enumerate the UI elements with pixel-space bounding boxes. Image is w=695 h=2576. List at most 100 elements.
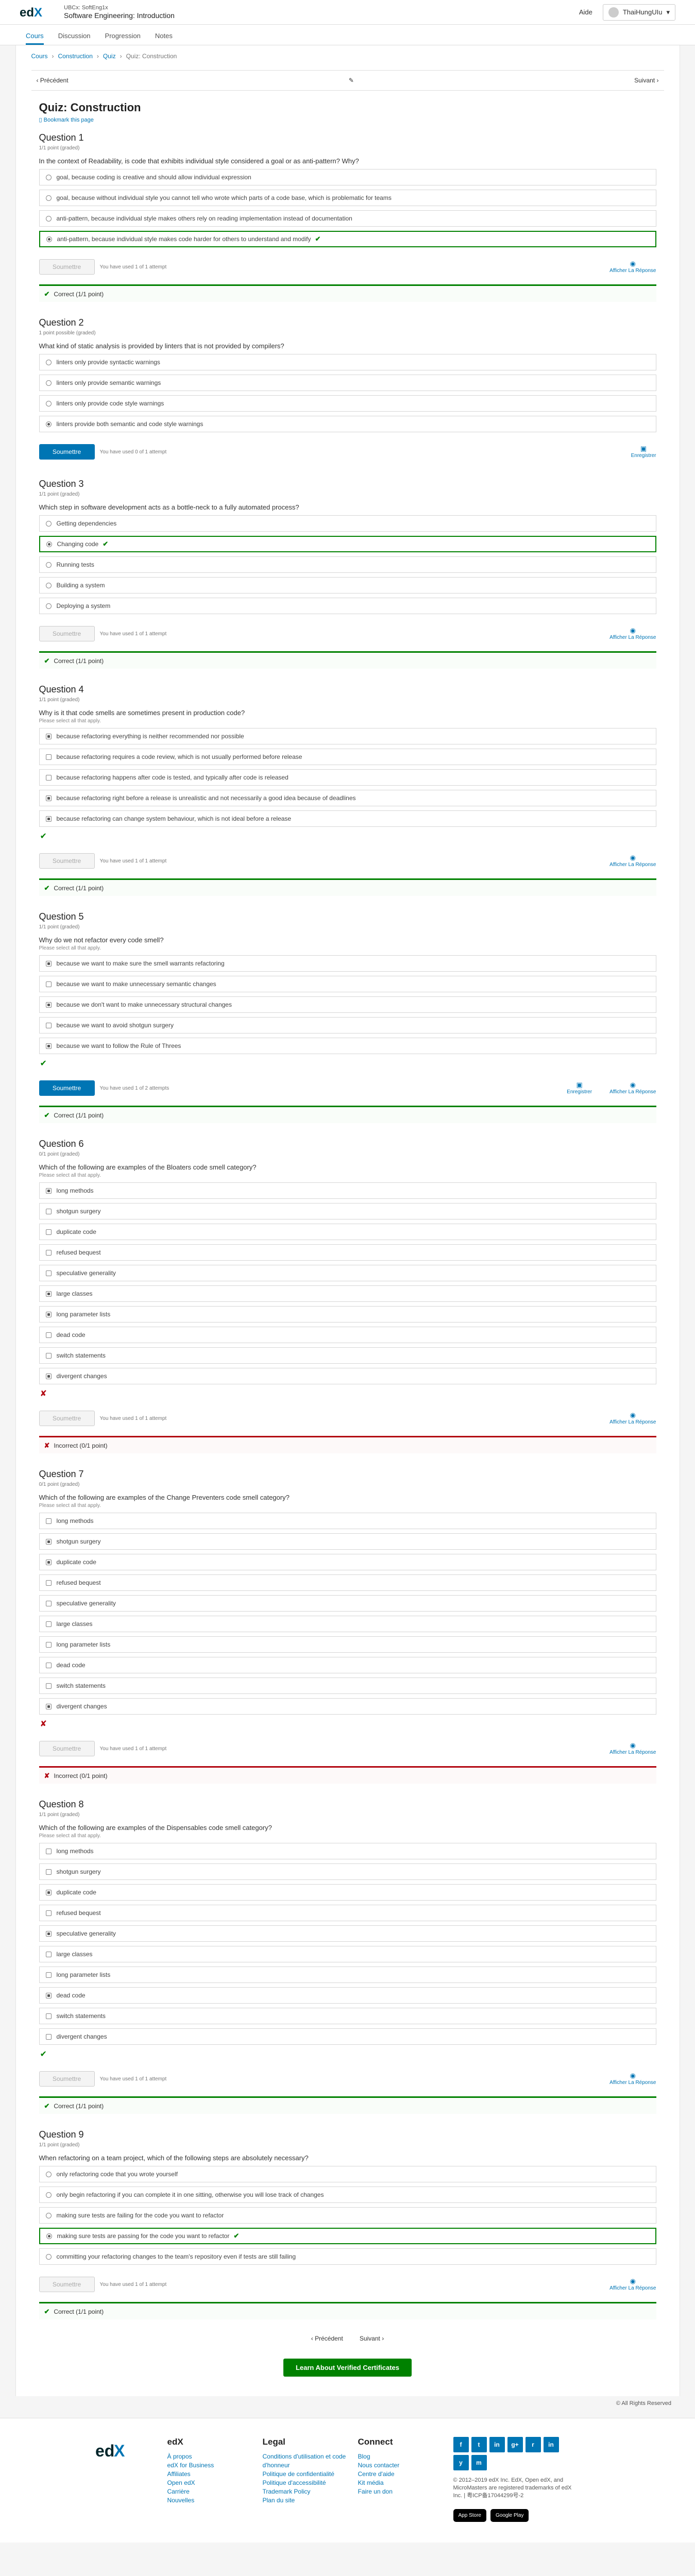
choice-option[interactable]: shotgun surgery [39,1203,656,1219]
bottom-prev-button[interactable]: ‹ Précédent [311,2335,343,2342]
choice-option[interactable]: dead code [39,1327,656,1343]
show-answer-button[interactable]: ◉ Afficher La Réponse [609,2072,656,2087]
checkbox[interactable] [45,1641,52,1648]
choice-option[interactable]: Changing code ✔ [39,536,656,552]
checkbox[interactable] [45,1951,52,1957]
user-menu[interactable]: ThaiHungUIu ▾ [602,4,675,21]
choice-option[interactable]: refused bequest [39,1244,656,1261]
radio-button[interactable] [46,2233,52,2239]
breadcrumb-construction[interactable]: Construction [58,53,93,60]
show-answer-button[interactable]: ◉ Afficher La Réponse [609,626,656,641]
choice-option[interactable]: long parameter lists [39,1967,656,1983]
meetup-icon[interactable]: m [471,2455,487,2470]
choice-option[interactable]: divergent changes [39,1368,656,1384]
radio-button[interactable] [46,236,52,242]
tab-cours[interactable]: Cours [26,32,44,45]
choice-option[interactable]: anti-pattern, because individual style m… [39,231,656,247]
show-answer-button[interactable]: ◉ Afficher La Réponse [609,1741,656,1756]
checkbox[interactable] [45,981,52,987]
choice-option[interactable]: Running tests [39,556,656,573]
submit-button[interactable]: Soumettre [39,1411,95,1426]
google-play-badge[interactable]: Google Play [490,2509,529,2522]
checkbox[interactable] [45,1559,52,1565]
checkbox[interactable] [45,1889,52,1895]
radio-button[interactable] [45,2171,52,2177]
checkbox[interactable] [45,1249,52,1256]
choice-option[interactable]: large classes [39,1946,656,1962]
checkbox[interactable] [45,1621,52,1627]
checkbox[interactable] [45,795,52,801]
linkedin-icon[interactable]: in [489,2437,505,2452]
youtube-icon[interactable]: y [453,2455,469,2470]
checkbox[interactable] [45,1022,52,1028]
checkbox[interactable] [45,1683,52,1689]
choice-option[interactable]: because we don't want to make unnecessar… [39,996,656,1013]
submit-button[interactable]: Soumettre [39,2071,95,2087]
radio-button[interactable] [45,2253,52,2260]
checkbox[interactable] [45,774,52,781]
checkbox[interactable] [45,1311,52,1317]
checkbox[interactable] [45,1373,52,1379]
tab-discussion[interactable]: Discussion [58,32,91,45]
footer-link[interactable]: Faire un don [358,2487,453,2496]
choice-option[interactable]: because we want to make sure the smell w… [39,955,656,972]
next-button[interactable]: Suivant › [634,77,658,84]
show-answer-button[interactable]: ◉ Afficher La Réponse [609,1081,656,1096]
app-store-badge[interactable]: App Store [453,2509,486,2522]
choice-option[interactable]: switch statements [39,2008,656,2024]
choice-option[interactable]: long parameter lists [39,1636,656,1653]
footer-link[interactable]: Politique d'accessibilité [263,2479,358,2487]
save-button[interactable]: ▣ Enregistrer [567,1081,592,1096]
choice-option[interactable]: because refactoring everything is neithe… [39,728,656,744]
checkbox[interactable] [45,816,52,822]
checkbox[interactable] [45,1848,52,1854]
checkbox[interactable] [45,1538,52,1545]
show-answer-button[interactable]: ◉ Afficher La Réponse [609,854,656,869]
choice-option[interactable]: switch statements [39,1677,656,1694]
footer-link[interactable]: Centre d'aide [358,2470,453,2479]
checkbox[interactable] [45,1043,52,1049]
choice-option[interactable]: anti-pattern, because individual style m… [39,210,656,227]
checkbox[interactable] [45,2033,52,2040]
unit-tab-icon[interactable]: ✎ [349,77,354,84]
checkbox[interactable] [45,960,52,967]
choice-option[interactable]: linters provide both semantic and code s… [39,416,656,432]
twitter-icon[interactable]: t [471,2437,487,2452]
footer-link[interactable]: Trademark Policy [263,2487,358,2496]
checkbox[interactable] [45,1703,52,1709]
footer-link[interactable]: Nouvelles [167,2496,263,2505]
radio-button[interactable] [46,541,52,547]
checkbox[interactable] [45,1002,52,1008]
choice-option[interactable]: Deploying a system [39,598,656,614]
choice-option[interactable]: shotgun surgery [39,1533,656,1550]
radio-button[interactable] [45,359,52,365]
choice-option[interactable]: dead code [39,1987,656,2004]
choice-option[interactable]: goal, because coding is creative and sho… [39,169,656,185]
checkbox[interactable] [45,1662,52,1668]
choice-option[interactable]: because refactoring can change system be… [39,810,656,827]
choice-option[interactable]: because refactoring happens after code i… [39,769,656,786]
radio-button[interactable] [45,520,52,527]
choice-option[interactable]: committing your refactoring changes to t… [39,2248,656,2265]
footer-link[interactable]: Politique de confidentialité [263,2470,358,2479]
checkbox[interactable] [45,1869,52,1875]
radio-button[interactable] [45,195,52,201]
checkbox[interactable] [45,1580,52,1586]
choice-option[interactable]: Building a system [39,577,656,594]
choice-option[interactable]: because we want to make unnecessary sema… [39,976,656,992]
footer-link[interactable]: Open edX [167,2479,263,2487]
choice-option[interactable]: because we want to avoid shotgun surgery [39,1017,656,1033]
checkbox[interactable] [45,1600,52,1606]
footer-link[interactable]: À propos [167,2452,263,2461]
show-answer-button[interactable]: ◉ Afficher La Réponse [609,260,656,275]
choice-option[interactable]: linters only provide syntactic warnings [39,354,656,370]
radio-button[interactable] [45,562,52,568]
choice-option[interactable]: duplicate code [39,1884,656,1901]
choice-option[interactable]: long methods [39,1843,656,1859]
facebook-icon[interactable]: f [453,2437,469,2452]
save-button[interactable]: ▣ Enregistrer [631,445,656,460]
tab-notes[interactable]: Notes [155,32,173,45]
radio-button[interactable] [45,2192,52,2198]
choice-option[interactable]: making sure tests are passing for the co… [39,2228,656,2244]
checkbox[interactable] [45,1188,52,1194]
